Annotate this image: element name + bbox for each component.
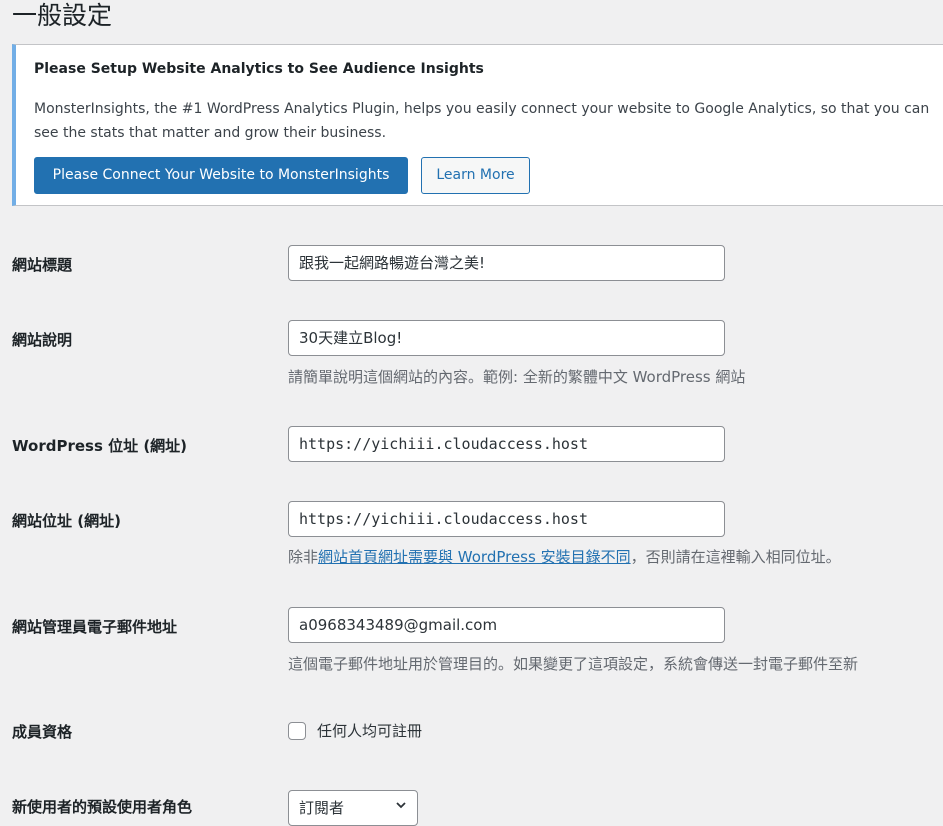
anyone-can-register-checkbox[interactable] <box>288 722 306 740</box>
notice-text: MonsterInsights, the #1 WordPress Analyt… <box>34 101 930 141</box>
tagline-input[interactable]: 30天建立Blog! <box>288 320 725 356</box>
admin-email-description: 這個電子郵件地址用於管理目的。如果變更了這項設定，系統會傳送一封電子郵件至新 <box>288 655 859 673</box>
default-role-select[interactable]: 訂閱者 <box>288 790 418 826</box>
notice-title: Please Setup Website Analytics to See Au… <box>34 61 484 77</box>
anyone-can-register-label[interactable]: 任何人均可註冊 <box>317 720 422 741</box>
page-title: 一般設定 <box>12 1 113 30</box>
tagline-label: 網站說明 <box>12 331 73 349</box>
chevron-down-icon <box>396 802 406 809</box>
site-address-description-suffix: ，否則請在這裡輸入相同位址。 <box>630 548 841 566</box>
site-address-description: 除非網站首頁網址需要與 WordPress 安裝目錄不同，否則請在這裡輸入相同位… <box>288 546 841 567</box>
admin-email-input[interactable]: a0968343489@gmail.com <box>288 607 725 643</box>
site-address-input[interactable]: https://yichiii.cloudaccess.host <box>288 501 725 537</box>
tagline-description: 請簡單說明這個網站的內容。範例: 全新的繁體中文 WordPress 網站 <box>288 368 746 386</box>
analytics-notice: Please Setup Website Analytics to See Au… <box>12 44 943 206</box>
site-address-help-link[interactable]: 網站首頁網址需要與 WordPress 安裝目錄不同 <box>318 548 631 566</box>
learn-more-button[interactable]: Learn More <box>421 157 530 194</box>
site-address-label: 網站位址 (網址) <box>12 512 121 530</box>
site-title-label: 網站標題 <box>12 256 73 274</box>
site-address-description-prefix: 除非 <box>288 548 319 566</box>
wp-address-input[interactable]: https://yichiii.cloudaccess.host <box>288 426 725 462</box>
site-title-input[interactable]: 跟我一起網路暢遊台灣之美! <box>288 245 725 281</box>
default-role-value: 訂閱者 <box>299 799 345 817</box>
connect-monsterinsights-button[interactable]: Please Connect Your Website to MonsterIn… <box>34 157 408 194</box>
membership-label: 成員資格 <box>12 723 73 741</box>
wp-address-label: WordPress 位址 (網址) <box>12 437 188 455</box>
default-role-label: 新使用者的預設使用者角色 <box>12 798 193 816</box>
admin-email-label: 網站管理員電子郵件地址 <box>12 618 178 636</box>
